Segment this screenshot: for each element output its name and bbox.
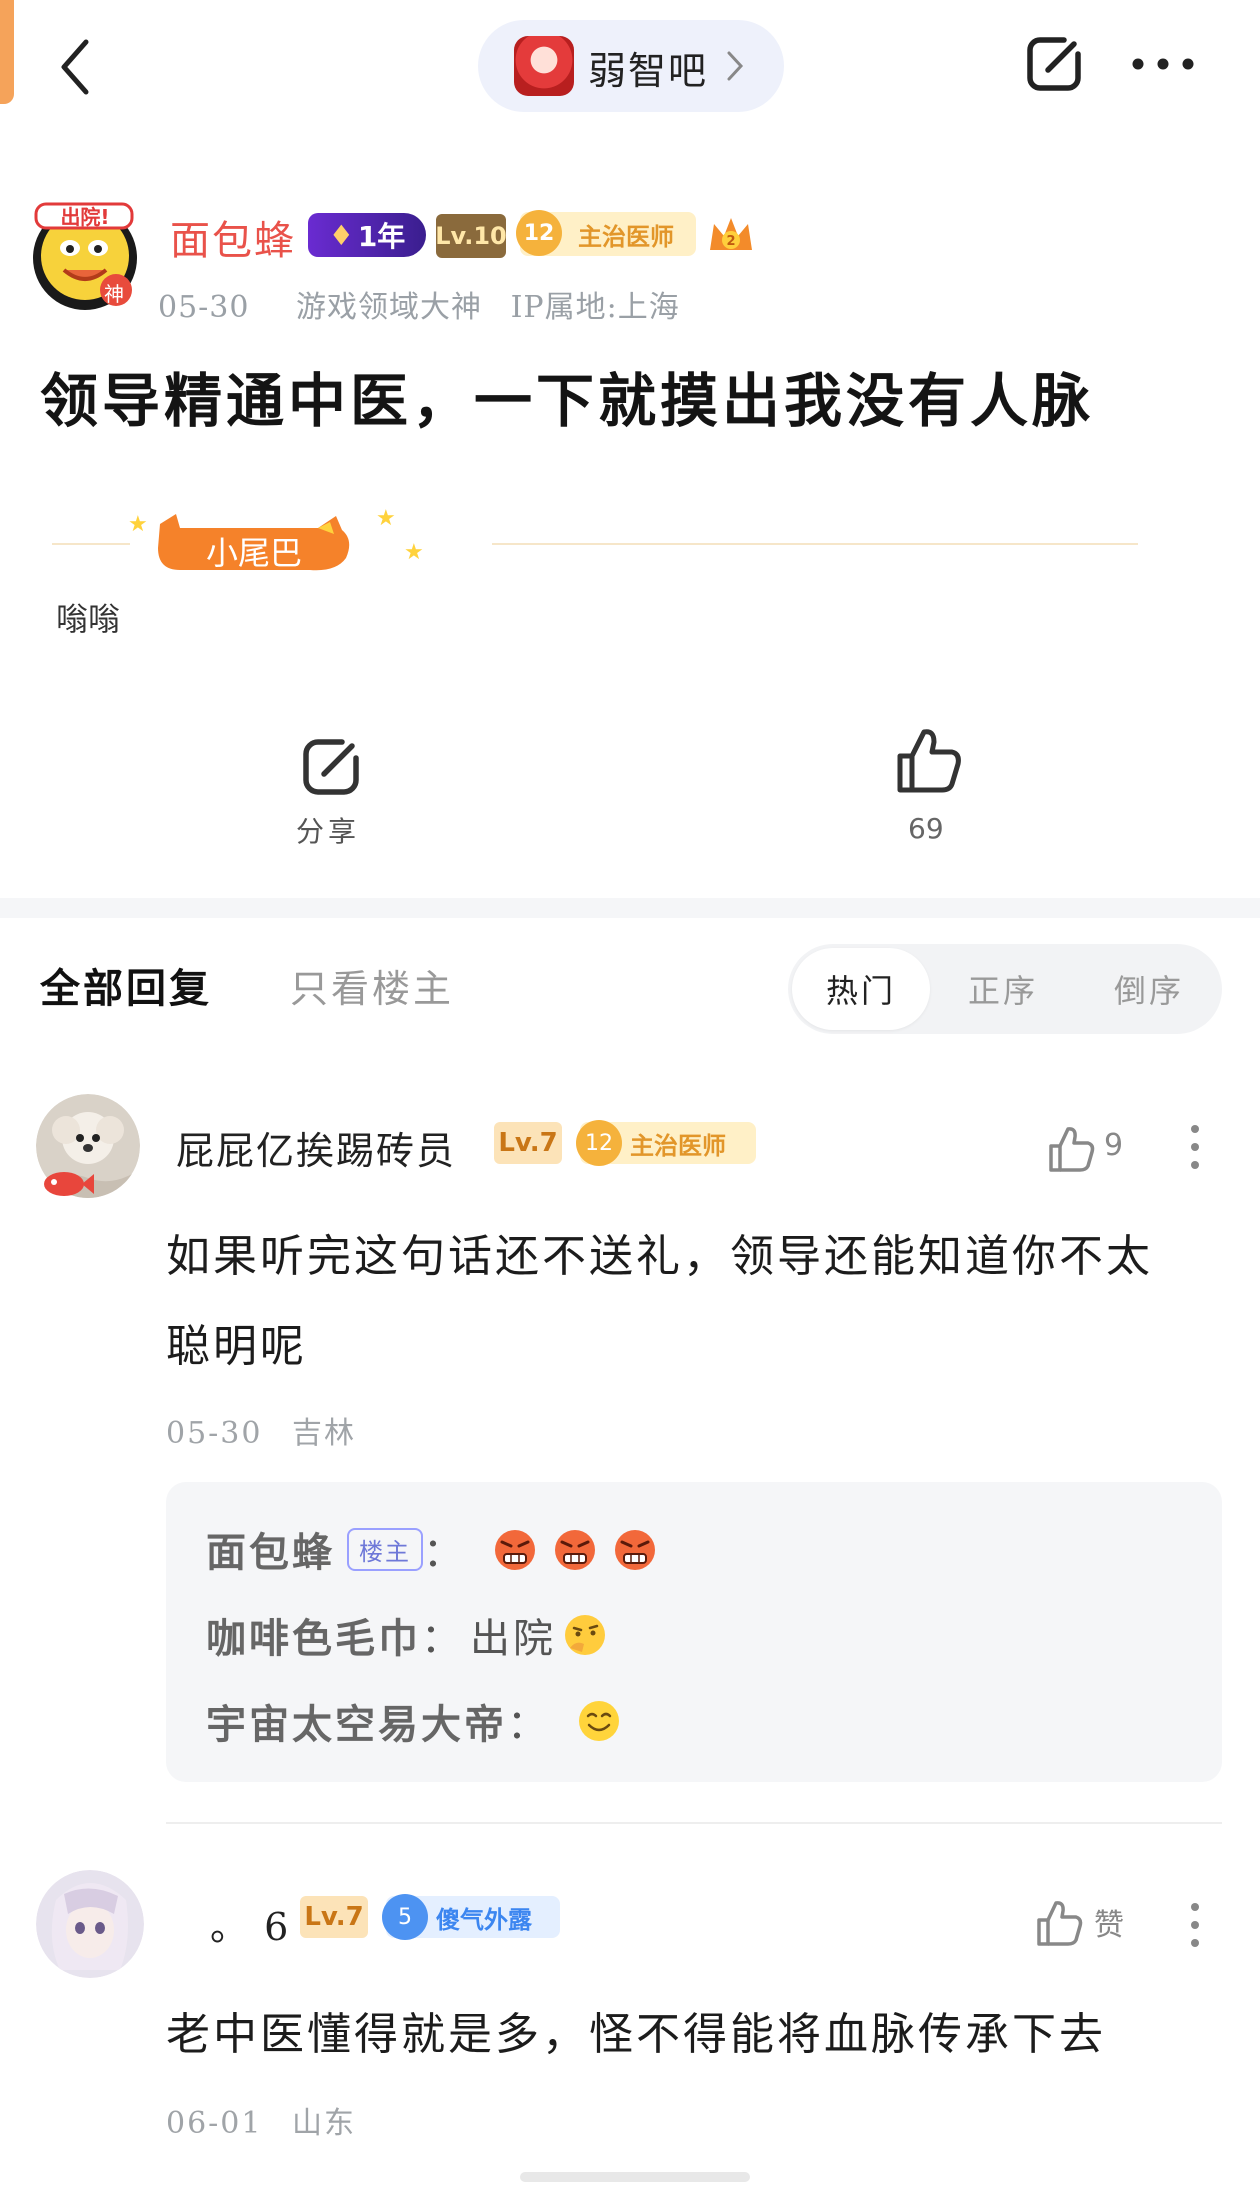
level-badge: Lv.7 <box>300 1896 368 1938</box>
sub-reply-author[interactable]: 宇宙太空易大帝 <box>206 1692 507 1750</box>
more-dots-icon[interactable] <box>1130 56 1196 72</box>
comment-divider <box>166 1822 1222 1824</box>
tail-divider-right <box>492 543 1138 545</box>
tail-divider-left <box>52 543 130 545</box>
comment-date: 06-01 <box>166 2106 263 2141</box>
rank-title: 主治医师 <box>578 222 674 251</box>
thinking-face-emoji <box>565 1615 605 1655</box>
comment-like-count: 9 <box>1104 1128 1124 1163</box>
tail-label: 小尾巴 <box>206 534 303 572</box>
edge-accent <box>0 0 14 104</box>
sub-reply-separator: ： <box>421 1616 464 1662</box>
rank-title: 傻气外露 <box>436 1905 532 1934</box>
crown-medal-icon: 2 <box>710 218 752 250</box>
angry-face-emoji <box>555 1530 595 1570</box>
forum-entry-button[interactable]: 弱智吧 <box>478 20 784 112</box>
tail-text: 嗡嗡 <box>56 600 121 638</box>
sort-asc-button[interactable]: 正序 <box>968 966 1038 1012</box>
sub-reply-author[interactable]: 咖啡色毛巾 <box>206 1606 421 1664</box>
top-nav-bar: 弱智吧 <box>0 0 1260 130</box>
sub-reply-separator: ： <box>423 1530 466 1576</box>
like-count: 69 <box>908 812 944 845</box>
back-arrow-icon[interactable] <box>52 36 100 98</box>
comment-meta: 06-01 山东 <box>166 2098 356 2142</box>
sort-segmented-control: 热门 正序 倒序 <box>788 944 1222 1034</box>
share-button-label[interactable]: 分享 <box>296 810 360 850</box>
comment-like-label[interactable]: 赞 <box>1094 1900 1124 1944</box>
member-year-badge: ♦ 1年 <box>308 213 426 257</box>
post-identity: 游戏领域大神 <box>296 290 483 325</box>
sub-reply[interactable]: 面包蜂 楼主 ： <box>206 1520 658 1578</box>
share-icon[interactable] <box>1020 30 1088 98</box>
angry-face-emoji <box>615 1530 655 1570</box>
commenter-name[interactable]: 屁屁亿挨踢砖员 <box>176 1120 456 1175</box>
member-year-label: 1年 <box>357 220 406 253</box>
rank-badge: 12 主治医师 <box>576 1120 756 1166</box>
sort-desc-button[interactable]: 倒序 <box>1114 966 1184 1012</box>
op-tag: 楼主 <box>347 1527 423 1571</box>
angry-face-emoji <box>495 1530 535 1570</box>
star-icon: ★ <box>376 506 396 531</box>
more-vertical-icon[interactable] <box>1190 1902 1200 1948</box>
sub-replies-box[interactable]: 面包蜂 楼主 ： 咖啡色毛巾 ： 出院 宇宙太空易大帝 ： <box>166 1482 1222 1782</box>
comment-text-line: 老中医懂得就是多，怪不得能将血脉传承下去 <box>166 2009 1106 2060</box>
thumbs-up-icon[interactable] <box>1046 1124 1096 1174</box>
comment-date: 05-30 <box>166 1416 263 1451</box>
level-badge: Lv.7 <box>494 1122 562 1164</box>
author-name[interactable]: 面包蜂 <box>170 208 296 266</box>
sub-reply-content: 出院 <box>470 1616 556 1662</box>
commenter-name[interactable]: 。 6 <box>210 1896 290 1951</box>
rank-number: 5 <box>382 1894 428 1940</box>
tab-all-replies[interactable]: 全部回复 <box>40 956 212 1014</box>
post-ip: IP属地:上海 <box>510 290 680 325</box>
level-badge: Lv.10 <box>435 214 507 258</box>
comment-meta: 05-30 吉林 <box>166 1408 356 1452</box>
comment-text-line: 聪明呢 <box>166 1321 307 1372</box>
sub-reply-author[interactable]: 面包蜂 <box>206 1520 335 1578</box>
smile-face-emoji <box>579 1701 619 1741</box>
post-title: 领导精通中医，一下就摸出我没有人脉 <box>40 367 1095 435</box>
svg-text:2: 2 <box>726 234 735 249</box>
sub-reply[interactable]: 咖啡色毛巾 ： 出院 <box>206 1606 608 1664</box>
sort-hot-button[interactable]: 热门 <box>792 948 930 1030</box>
rank-badge: 12 主治医师 <box>516 210 696 256</box>
chevron-right-icon <box>727 51 744 81</box>
comment-location: 吉林 <box>292 1416 357 1451</box>
thumbs-up-icon[interactable] <box>1034 1898 1084 1948</box>
comment-location: 山东 <box>292 2106 357 2141</box>
post-date: 05-30 <box>158 290 250 325</box>
share-icon[interactable] <box>296 732 366 802</box>
bottom-scroll-indicator <box>520 2172 750 2182</box>
tab-op-only[interactable]: 只看楼主 <box>290 958 454 1013</box>
comment-text-line: 如果听完这句话还不送礼，领导还能知道你不太 <box>166 1231 1153 1282</box>
avatar[interactable] <box>36 1870 144 1978</box>
fish-pendant-icon <box>44 1172 94 1196</box>
star-icon: ★ <box>128 512 148 537</box>
thumbs-up-icon[interactable] <box>892 724 964 796</box>
section-divider <box>0 898 1260 918</box>
star-icon: ★ <box>404 540 424 565</box>
more-vertical-icon[interactable] <box>1190 1124 1200 1170</box>
rank-badge: 5 傻气外露 <box>382 1894 560 1940</box>
avatar-tag: 神 <box>104 282 124 306</box>
forum-avatar <box>514 36 574 96</box>
post-meta: 05-30 游戏领域大神 IP属地:上海 <box>158 282 680 326</box>
diamond-icon: ♦ <box>328 218 354 252</box>
rank-number: 12 <box>576 1120 622 1166</box>
rank-title: 主治医师 <box>630 1131 726 1160</box>
svg-text:出院!: 出院! <box>60 205 109 229</box>
forum-name: 弱智吧 <box>588 49 709 93</box>
rank-number: 12 <box>516 210 562 256</box>
sub-reply[interactable]: 宇宙太空易大帝 ： <box>206 1692 622 1750</box>
sub-reply-separator: ： <box>507 1702 550 1748</box>
